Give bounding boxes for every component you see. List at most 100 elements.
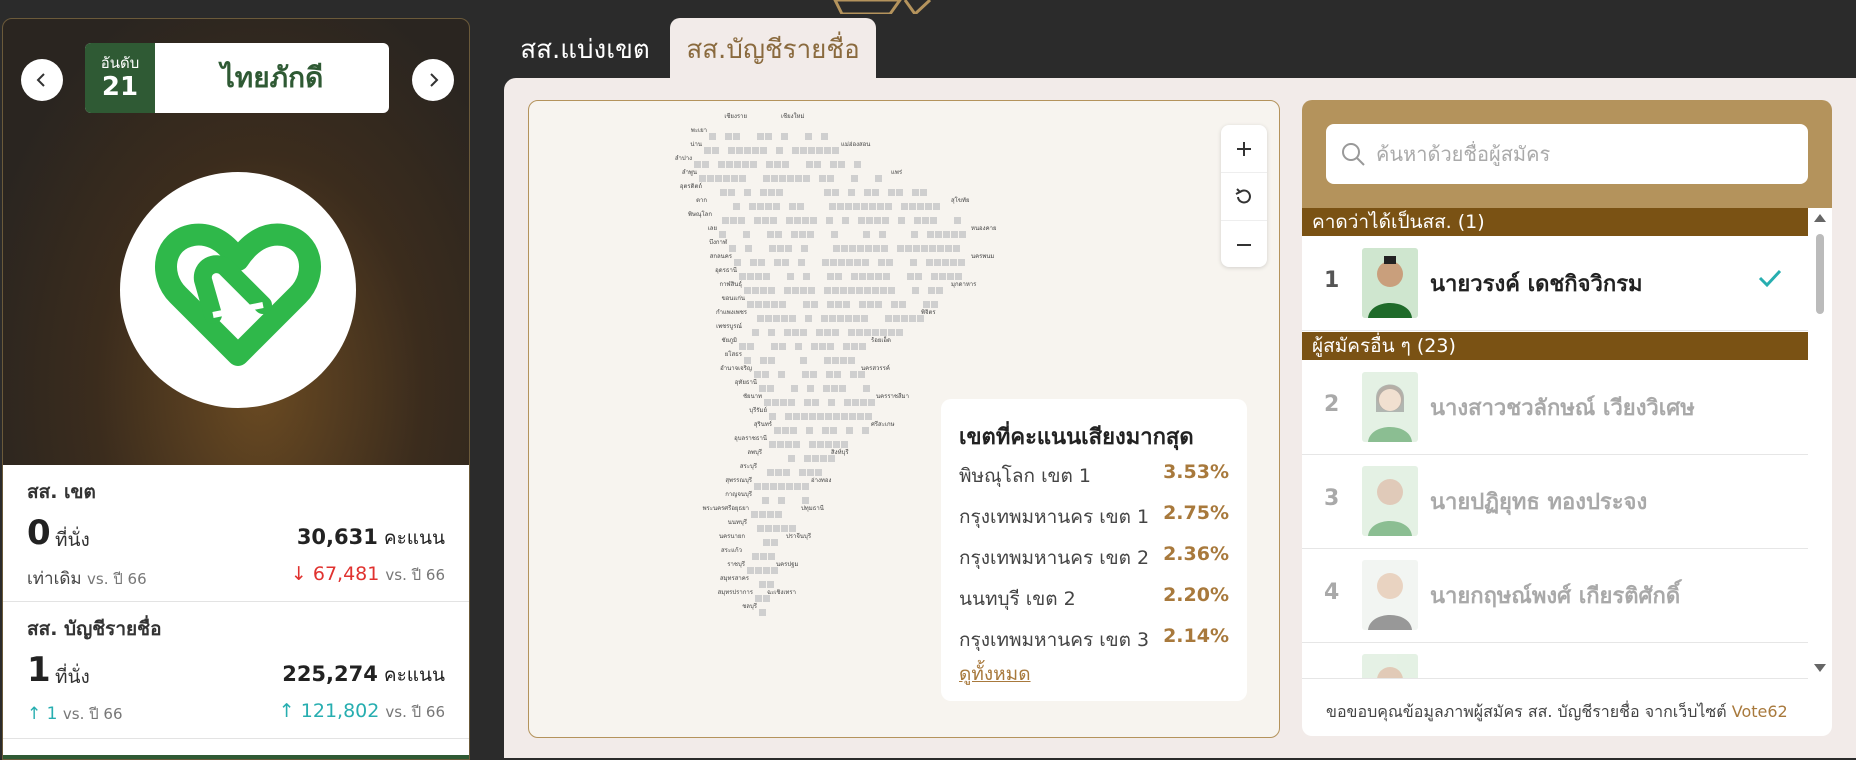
district-cell[interactable] [917, 203, 924, 210]
district-cell[interactable] [863, 385, 870, 392]
district-cell[interactable] [757, 525, 764, 532]
district-cell[interactable] [837, 203, 844, 210]
district-cell[interactable] [877, 203, 884, 210]
district-cell[interactable] [882, 217, 889, 224]
district-cell[interactable] [739, 175, 746, 182]
district-cell[interactable] [757, 133, 764, 140]
district-cell[interactable] [820, 455, 827, 462]
district-cell[interactable] [864, 329, 871, 336]
district-cell[interactable] [755, 301, 762, 308]
district-cell[interactable] [763, 301, 770, 308]
district-cell[interactable] [888, 189, 895, 196]
district-cell[interactable] [852, 399, 859, 406]
district-cell[interactable] [832, 147, 839, 154]
district-cell[interactable] [792, 329, 799, 336]
district-cell[interactable] [901, 203, 908, 210]
district-cell[interactable] [769, 413, 776, 420]
district-cell[interactable] [888, 287, 895, 294]
district-cell[interactable] [812, 399, 819, 406]
district-cell[interactable] [803, 273, 810, 280]
district-cell[interactable] [759, 511, 766, 518]
district-cell[interactable] [765, 525, 772, 532]
district-cell[interactable] [789, 203, 796, 210]
district-cell[interactable] [745, 245, 752, 252]
district-cell[interactable] [777, 441, 784, 448]
district-cell[interactable] [811, 301, 818, 308]
district-cell[interactable] [958, 259, 965, 266]
zoom-in-button[interactable] [1221, 125, 1267, 173]
district-cell[interactable] [862, 427, 869, 434]
district-cell[interactable] [768, 329, 775, 336]
district-cell[interactable] [911, 231, 918, 238]
district-cell[interactable] [759, 581, 766, 588]
district-cell[interactable] [851, 175, 858, 182]
district-cell[interactable] [775, 511, 782, 518]
district-cell[interactable] [726, 161, 733, 168]
district-cell[interactable] [768, 357, 775, 364]
district-cell[interactable] [765, 133, 772, 140]
district-cell[interactable] [827, 343, 834, 350]
district-cell[interactable] [954, 217, 961, 224]
tab-constituency[interactable]: สส.แบ่งเขต [505, 18, 665, 80]
district-cell[interactable] [819, 175, 826, 182]
next-party-button[interactable] [412, 59, 454, 101]
district-cell[interactable] [833, 413, 840, 420]
district-cell[interactable] [829, 315, 836, 322]
district-cell[interactable] [784, 287, 791, 294]
district-cell[interactable] [704, 147, 711, 154]
district-cell[interactable] [872, 287, 879, 294]
district-cell[interactable] [840, 287, 847, 294]
district-cell[interactable] [947, 273, 954, 280]
district-cell[interactable] [831, 231, 838, 238]
district-cell[interactable] [880, 329, 887, 336]
district-cell[interactable] [874, 217, 881, 224]
district-cell[interactable] [744, 189, 751, 196]
district-cell[interactable] [806, 161, 813, 168]
view-all-link[interactable]: ดูทั้งหมด [959, 659, 1031, 689]
district-cell[interactable] [775, 231, 782, 238]
district-cell[interactable] [817, 441, 824, 448]
district-cell[interactable] [782, 427, 789, 434]
district-cell[interactable] [795, 343, 802, 350]
district-cell[interactable] [910, 259, 917, 266]
district-cell[interactable] [891, 301, 898, 308]
candidate-search-input[interactable] [1374, 141, 1778, 167]
district-cell[interactable] [787, 175, 794, 182]
district-cell[interactable] [778, 371, 785, 378]
district-cell[interactable] [773, 203, 780, 210]
district-cell[interactable] [771, 301, 778, 308]
district-cell[interactable] [843, 301, 850, 308]
district-cell[interactable] [856, 329, 863, 336]
district-cell[interactable] [802, 371, 809, 378]
district-cell[interactable] [767, 469, 774, 476]
district-cell[interactable] [886, 259, 893, 266]
district-cell[interactable] [875, 301, 882, 308]
district-cell[interactable] [901, 315, 908, 322]
district-cell[interactable] [824, 147, 831, 154]
district-cell[interactable] [828, 399, 835, 406]
district-cell[interactable] [849, 245, 856, 252]
district-cell[interactable] [771, 567, 778, 574]
district-cell[interactable] [786, 217, 793, 224]
district-cell[interactable] [770, 483, 777, 490]
district-cell[interactable] [772, 399, 779, 406]
district-cell[interactable] [802, 483, 809, 490]
district-cell[interactable] [826, 371, 833, 378]
district-cell[interactable] [898, 217, 905, 224]
district-cell[interactable] [807, 385, 814, 392]
district-cell[interactable] [785, 245, 792, 252]
district-cell[interactable] [763, 567, 770, 574]
district-cell[interactable] [807, 469, 814, 476]
reset-zoom-button[interactable] [1221, 173, 1267, 221]
district-cell[interactable] [752, 287, 759, 294]
district-cell[interactable] [757, 203, 764, 210]
district-cell[interactable] [764, 399, 771, 406]
district-cell[interactable] [823, 385, 830, 392]
district-cell[interactable] [875, 273, 882, 280]
district-cell[interactable] [800, 147, 807, 154]
district-cell[interactable] [849, 413, 856, 420]
district-cell[interactable] [909, 315, 916, 322]
district-cell[interactable] [744, 357, 751, 364]
district-cell[interactable] [694, 161, 701, 168]
district-cell[interactable] [945, 245, 952, 252]
